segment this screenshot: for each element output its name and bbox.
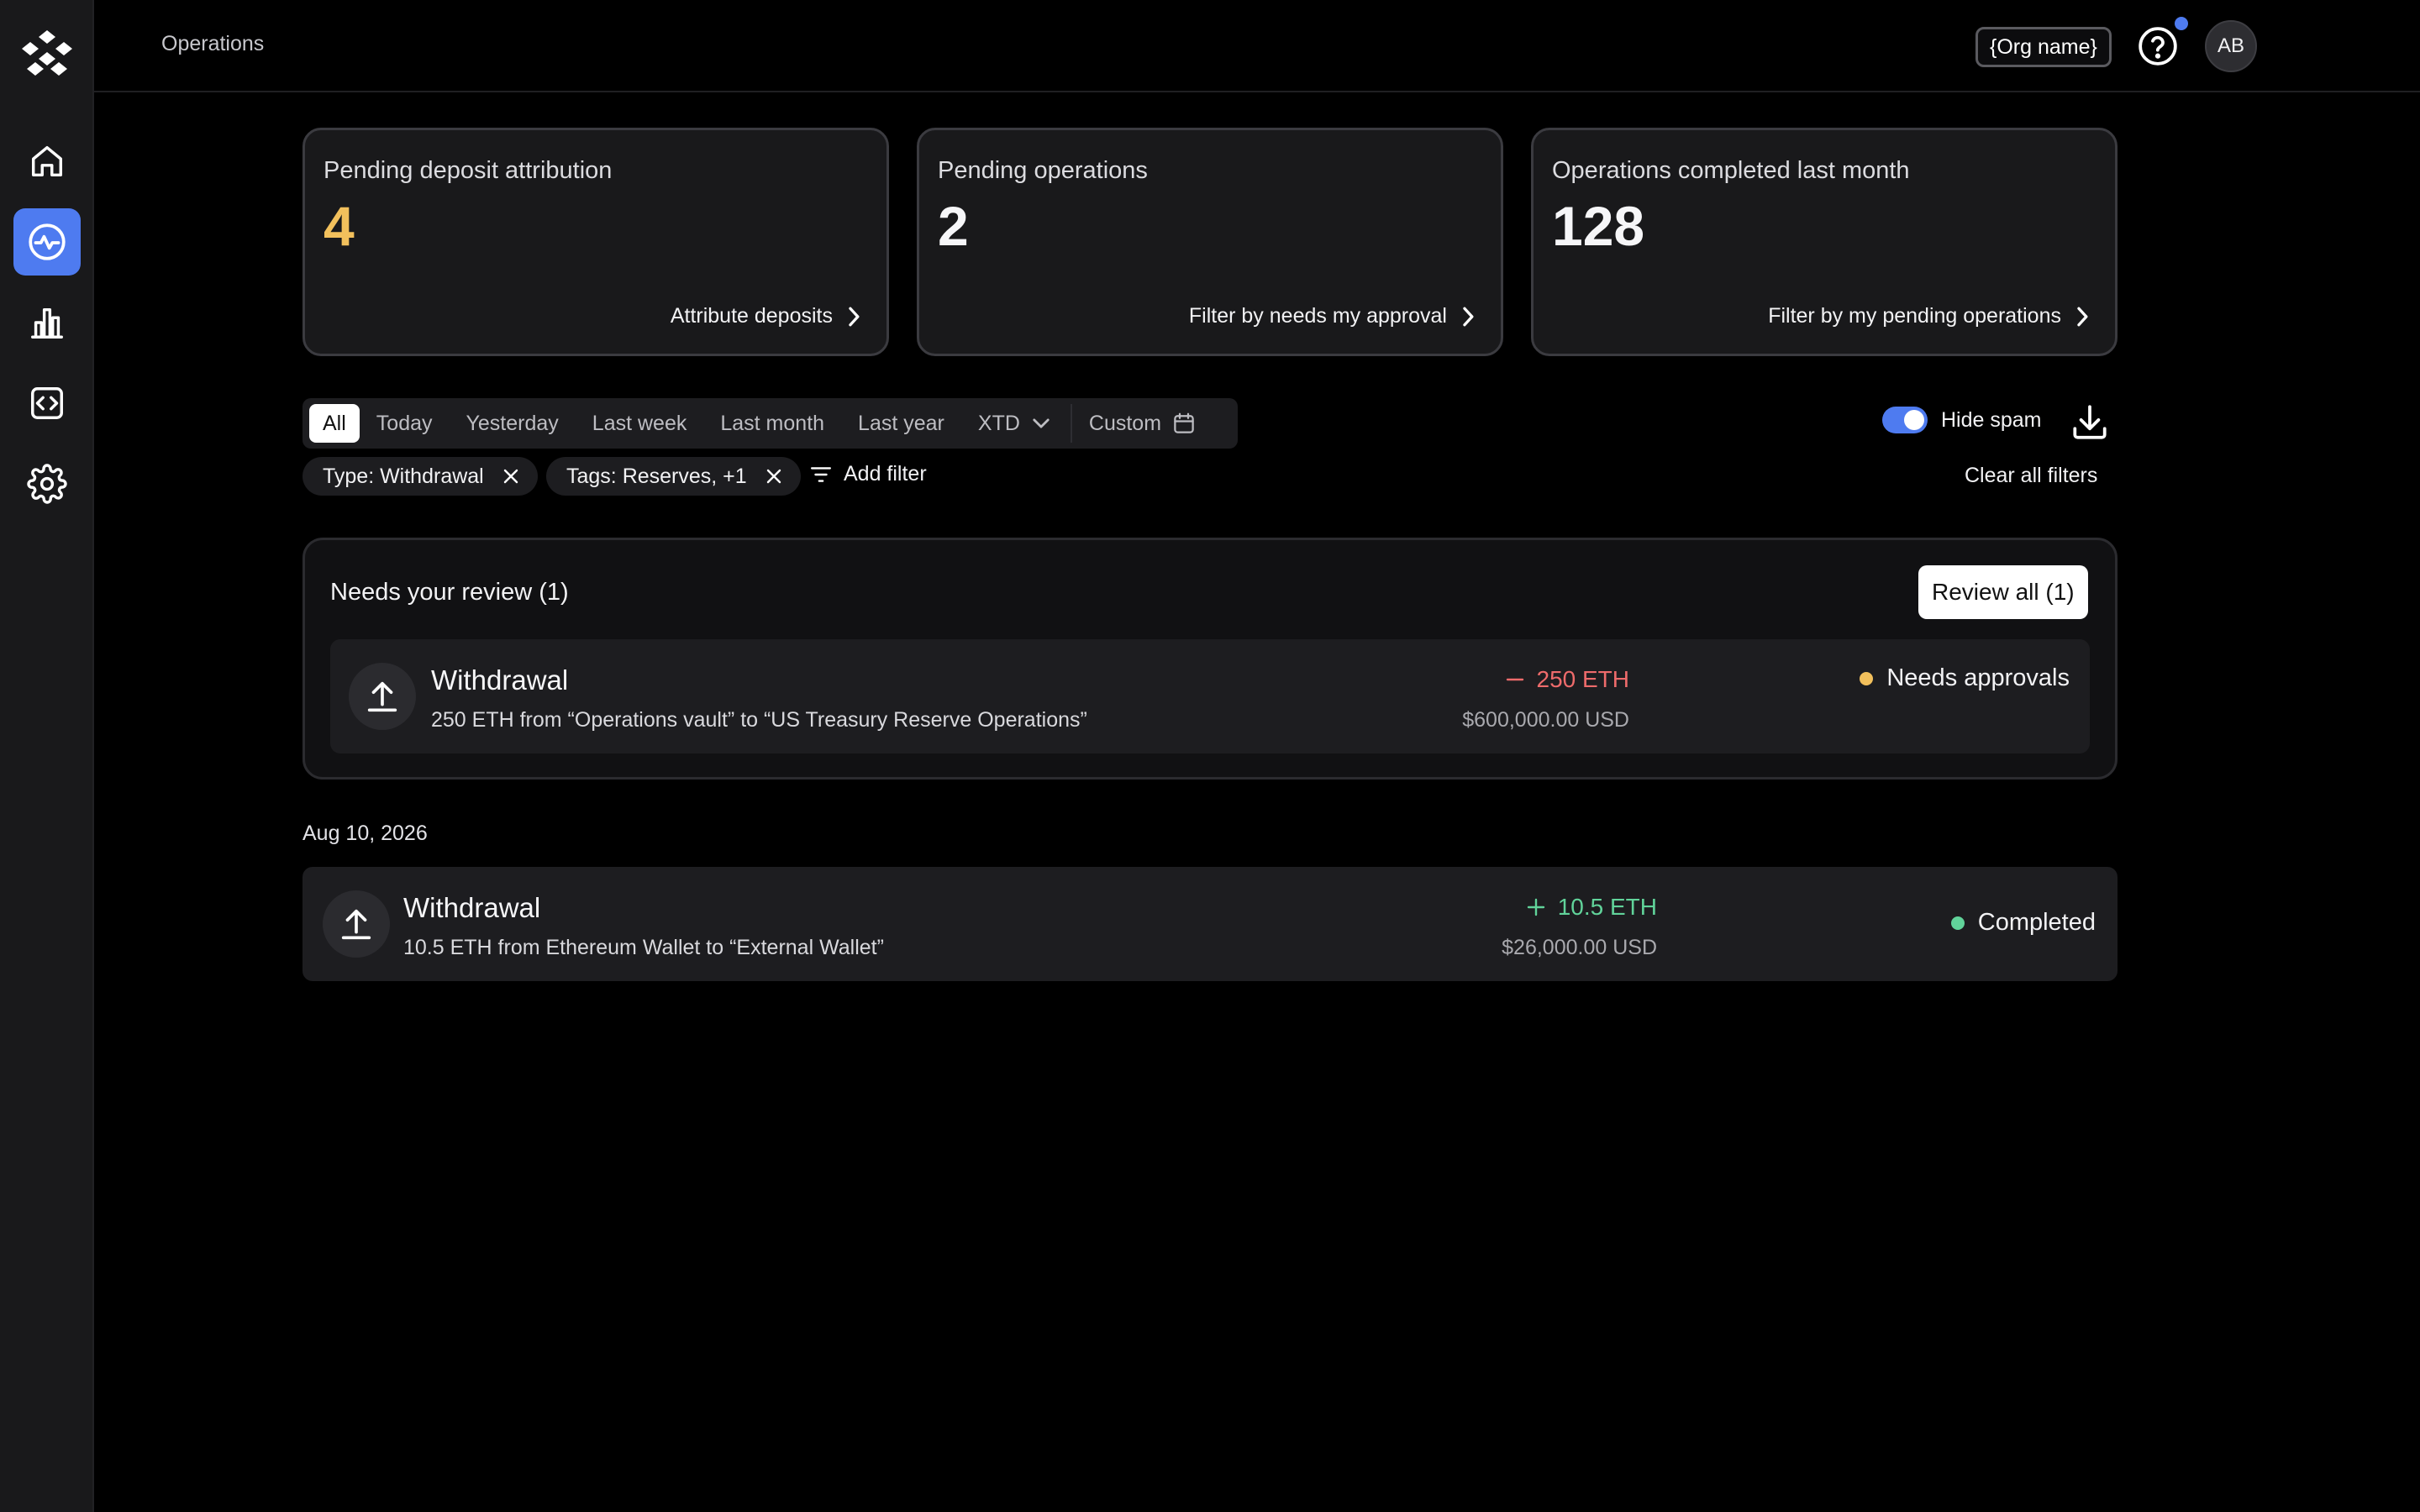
chip-label: Tags: Reserves, +1	[566, 464, 747, 488]
code-icon	[28, 384, 66, 423]
stat-label: Pending operations	[938, 157, 1148, 184]
operation-usd-value: $600,000.00 USD	[1462, 708, 1629, 732]
download-button[interactable]	[2069, 402, 2111, 444]
operation-usd-value: $26,000.00 USD	[1502, 936, 1657, 959]
org-switcher-button[interactable]: {Org name}	[1975, 27, 2112, 67]
upload-arrow-icon	[323, 890, 390, 958]
hide-spam-label: Hide spam	[1941, 407, 2042, 432]
period-all[interactable]: All	[309, 404, 360, 443]
notification-dot	[2175, 17, 2188, 30]
stat-action-label: Filter by needs my approval	[1188, 304, 1447, 328]
plus-icon	[1526, 897, 1546, 917]
clear-all-filters-button[interactable]: Clear all filters	[1965, 464, 2097, 488]
chevron-down-icon	[1032, 417, 1050, 429]
chevron-right-icon	[2075, 306, 2090, 328]
filter-chip-tags: Tags: Reserves, +1	[546, 457, 801, 496]
filter-needs-approval-link[interactable]: Filter by needs my approval	[1189, 304, 1476, 328]
chevron-right-icon	[846, 306, 861, 328]
add-filter-button[interactable]: Add filter	[810, 462, 927, 486]
chip-label: Type: Withdrawal	[323, 464, 484, 488]
bar-chart-icon	[28, 303, 66, 342]
sidebar-item-analytics[interactable]	[13, 289, 81, 356]
hide-spam-toggle[interactable]: Hide spam	[1882, 407, 2042, 433]
minus-icon	[1505, 669, 1525, 690]
download-icon	[2069, 402, 2111, 444]
status-badge: Completed	[1950, 909, 2096, 937]
sidebar	[0, 0, 94, 1512]
period-today[interactable]: Today	[360, 404, 450, 443]
stat-value: 128	[1552, 195, 1645, 257]
divider	[1070, 404, 1072, 443]
sidebar-item-developer[interactable]	[13, 370, 81, 437]
xtd-label: XTD	[977, 411, 1020, 435]
period-last-week[interactable]: Last week	[576, 404, 704, 443]
filter-chip-type: Type: Withdrawal	[302, 457, 538, 496]
stat-action-label: Attribute deposits	[670, 304, 833, 328]
stat-label: Operations completed last month	[1552, 157, 1910, 184]
chevron-right-icon	[1460, 306, 1476, 328]
status-dot	[1860, 671, 1874, 685]
avatar[interactable]: AB	[2205, 20, 2257, 72]
amount-value: 250 ETH	[1536, 666, 1630, 692]
operation-row[interactable]: Withdrawal 10.5 ETH from Ethereum Wallet…	[302, 867, 2118, 981]
operation-title: Withdrawal	[403, 892, 541, 923]
operation-title: Withdrawal	[431, 664, 569, 696]
stat-action-label: Filter by my pending operations	[1768, 304, 2061, 328]
operation-description: 250 ETH from “Operations vault” to “US T…	[431, 708, 1087, 732]
upload-arrow-icon	[349, 663, 416, 730]
logo-icon[interactable]	[18, 29, 76, 79]
filter-my-pending-link[interactable]: Filter by my pending operations	[1768, 304, 2090, 328]
needs-review-panel: Needs your review (1) Review all (1) Wit…	[302, 538, 2118, 780]
operation-amount: 250 ETH	[1505, 666, 1630, 693]
help-button[interactable]	[2137, 25, 2179, 67]
status-badge: Needs approvals	[1860, 664, 2070, 692]
date-group-header: Aug 10, 2026	[302, 822, 428, 845]
status-label: Completed	[1977, 909, 2096, 936]
period-custom[interactable]: Custom	[1076, 404, 1213, 443]
activity-icon	[26, 221, 68, 263]
home-icon	[28, 142, 66, 181]
page-title: Operations	[161, 32, 265, 55]
stat-card-pending-deposit: Pending deposit attribution 4 Attribute …	[302, 128, 889, 356]
custom-label: Custom	[1088, 411, 1162, 435]
close-icon[interactable]	[501, 466, 521, 486]
sidebar-item-settings[interactable]	[13, 450, 81, 517]
review-title: Needs your review (1)	[330, 579, 569, 606]
period-last-year[interactable]: Last year	[841, 404, 961, 443]
stat-card-completed-last-month: Operations completed last month 128 Filt…	[1531, 128, 2118, 356]
period-last-month[interactable]: Last month	[703, 404, 841, 443]
review-all-button[interactable]: Review all (1)	[1918, 565, 2088, 619]
status-dot	[1950, 916, 1965, 930]
stat-value: 4	[324, 195, 355, 257]
operation-row[interactable]: Withdrawal 250 ETH from “Operations vaul…	[330, 639, 2090, 753]
calendar-icon	[1171, 411, 1197, 436]
status-label: Needs approvals	[1886, 664, 2070, 691]
period-yesterday[interactable]: Yesterday	[450, 404, 576, 443]
add-filter-label: Add filter	[844, 462, 927, 486]
amount-value: 10.5 ETH	[1557, 894, 1657, 920]
help-icon	[2137, 25, 2179, 67]
period-xtd-dropdown[interactable]: XTD	[961, 404, 1067, 443]
operation-amount: 10.5 ETH	[1526, 894, 1657, 921]
gear-icon	[27, 464, 67, 504]
period-filter: All Today Yesterday Last week Last month…	[302, 398, 1238, 449]
sidebar-item-home[interactable]	[13, 128, 81, 195]
sidebar-item-operations[interactable]	[13, 208, 81, 276]
operation-description: 10.5 ETH from Ethereum Wallet to “Extern…	[403, 936, 884, 959]
close-icon[interactable]	[764, 466, 784, 486]
toggle-switch[interactable]	[1882, 407, 1928, 433]
stat-card-pending-operations: Pending operations 2 Filter by needs my …	[917, 128, 1503, 356]
stat-label: Pending deposit attribution	[324, 157, 613, 184]
filter-icon	[810, 465, 832, 484]
stat-value: 2	[938, 195, 969, 257]
attribute-deposits-link[interactable]: Attribute deposits	[671, 304, 861, 328]
toggle-knob	[1904, 410, 1924, 430]
